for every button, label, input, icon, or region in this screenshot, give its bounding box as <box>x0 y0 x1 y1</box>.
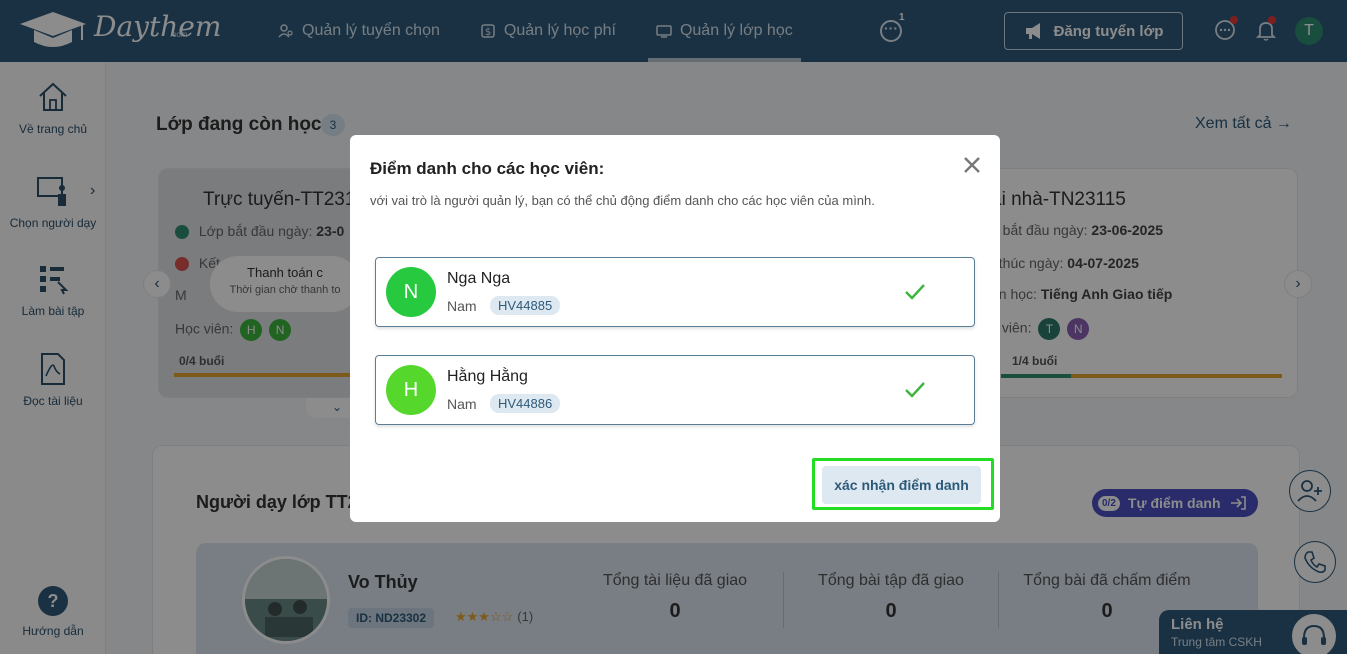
close-icon[interactable] <box>960 153 984 177</box>
check-icon[interactable] <box>904 282 926 302</box>
student-gender: Nam <box>447 396 477 412</box>
modal-description: với vai trò là người quản lý, bạn có thể… <box>370 193 875 208</box>
student-name: Hằng Hằng <box>447 368 528 385</box>
student-avatar: H <box>386 365 436 415</box>
attendance-modal: Điểm danh cho các học viên: với vai trò … <box>350 135 1000 522</box>
student-name: Nga Nga <box>447 270 511 287</box>
student-row[interactable]: N Nga Nga Nam HV44885 <box>375 257 975 327</box>
confirm-highlight: xác nhận điểm danh <box>812 458 994 510</box>
student-avatar: N <box>386 267 436 317</box>
student-gender: Nam <box>447 298 477 314</box>
modal-title: Điểm danh cho các học viên: <box>370 159 605 178</box>
check-icon[interactable] <box>904 380 926 400</box>
student-code-badge: HV44886 <box>490 394 561 413</box>
student-code-badge: HV44885 <box>490 296 561 315</box>
confirm-attendance-button[interactable]: xác nhận điểm danh <box>822 466 981 504</box>
student-row[interactable]: H Hằng Hằng Nam HV44886 <box>375 355 975 425</box>
